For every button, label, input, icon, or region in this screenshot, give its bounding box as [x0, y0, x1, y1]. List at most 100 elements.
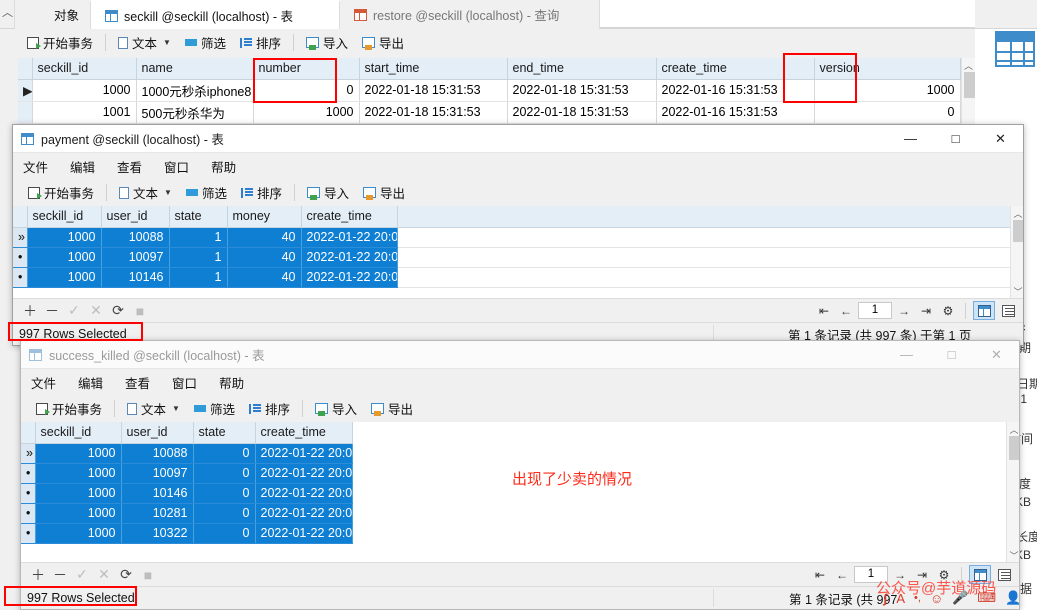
payment-window[interactable]: payment @seckill (localhost) - 表 — □ ✕ 文… [12, 124, 1024, 346]
col-create-time[interactable]: create_time [255, 422, 353, 444]
table-row[interactable]: ▶ 1000 1000元秒杀iphone8 0 2022-01-18 15:31… [18, 79, 961, 102]
menu-edit[interactable]: 编辑 [78, 373, 103, 392]
first-page-icon[interactable]: ⇤ [814, 302, 834, 320]
cell-create-time[interactable]: 2022-01-22 20:0 [301, 267, 398, 288]
seckill-grid[interactable]: seckill_id name number start_time end_ti… [18, 58, 975, 129]
table-row[interactable]: • 1000 10322 0 2022-01-22 20:0 [21, 523, 1006, 544]
cell-create-time[interactable]: 2022-01-22 20:0 [255, 483, 353, 504]
cell-create-time[interactable]: 2022-01-22 20:0 [255, 523, 353, 544]
cell-user-id[interactable]: 10146 [101, 267, 170, 288]
cell-user-id[interactable]: 10281 [121, 503, 194, 524]
add-record-icon[interactable]: ＋ [19, 302, 41, 320]
scroll-up-icon[interactable]: ︿ [1007, 422, 1019, 436]
start-transaction-button[interactable]: 开始事务 [29, 398, 109, 419]
cell-seckill-id[interactable]: 1000 [35, 523, 122, 544]
col-money[interactable]: money [227, 206, 302, 228]
col-user-id[interactable]: user_id [101, 206, 170, 228]
form-view-button[interactable] [993, 565, 1015, 584]
table-row[interactable]: 1001 500元秒杀华为 1000 2022-01-18 15:31:53 2… [18, 101, 961, 124]
collapse-chevron-icon[interactable]: ︿ [2, 4, 13, 20]
cell-user-id[interactable]: 10097 [121, 463, 194, 484]
next-page-icon[interactable]: → [894, 302, 914, 320]
chevron-down-icon[interactable]: ▼ [163, 38, 171, 47]
scroll-thumb[interactable] [964, 72, 975, 98]
ime-emoji-icon[interactable]: ☺ [930, 591, 943, 606]
cell-start-time[interactable]: 2022-01-18 15:31:53 [359, 79, 508, 102]
table-row[interactable]: » 1000 10088 0 2022-01-22 20:0 [21, 443, 1006, 464]
add-record-icon[interactable]: ＋ [27, 566, 49, 584]
cell-state[interactable]: 0 [193, 523, 256, 544]
export-button[interactable]: 导出 [364, 398, 420, 419]
scroll-up-icon[interactable]: ︿ [1011, 206, 1023, 220]
ime-voice-icon[interactable]: 🎤 [952, 590, 968, 606]
cell-user-id[interactable]: 10322 [121, 523, 194, 544]
filter-button[interactable]: 筛选 [179, 182, 234, 203]
start-transaction-button[interactable]: 开始事务 [21, 182, 101, 203]
chevron-down-icon[interactable]: ▼ [164, 188, 172, 197]
cell-end-time[interactable]: 2022-01-18 15:31:53 [507, 101, 657, 124]
ime-logo-icon[interactable]: ʃ [883, 591, 887, 606]
text-button[interactable]: 文本 ▼ [111, 32, 178, 53]
cell-name[interactable]: 500元秒杀华为 [136, 101, 254, 124]
apply-change-icon[interactable]: ✓ [63, 302, 85, 320]
stop-icon[interactable]: ■ [137, 566, 159, 584]
tab-restore-query[interactable]: restore @seckill (localhost) - 查询 [340, 0, 600, 29]
scroll-down-icon[interactable]: ﹀ [1007, 548, 1019, 562]
cell-user-id[interactable]: 10146 [121, 483, 194, 504]
close-button[interactable]: ✕ [974, 341, 1019, 368]
filter-button[interactable]: 筛选 [187, 398, 242, 419]
cell-seckill-id[interactable]: 1000 [35, 463, 122, 484]
cell-seckill-id[interactable]: 1000 [27, 247, 102, 268]
col-number[interactable]: number [253, 58, 360, 80]
col-version[interactable]: version [814, 58, 961, 80]
sort-button[interactable]: 排序 [234, 182, 289, 203]
ime-A-icon[interactable]: A [896, 591, 905, 606]
scroll-thumb[interactable] [1009, 436, 1019, 460]
menu-file[interactable]: 文件 [23, 157, 48, 176]
cell-state[interactable]: 0 [193, 443, 256, 464]
cell-create-time[interactable]: 2022-01-22 20:0 [255, 443, 353, 464]
cell-create-time[interactable]: 2022-01-22 20:0 [255, 463, 353, 484]
ime-keyboard-icon[interactable]: ⌨ [977, 590, 996, 606]
menu-view[interactable]: 查看 [125, 373, 150, 392]
last-page-icon[interactable]: ⇥ [916, 302, 936, 320]
cell-seckill-id[interactable]: 1000 [27, 267, 102, 288]
scroll-down-icon[interactable]: ﹀ [1011, 284, 1023, 298]
maximize-button[interactable]: □ [929, 341, 974, 368]
table-row[interactable]: • 1000 10281 0 2022-01-22 20:0 [21, 503, 1006, 524]
col-state[interactable]: state [169, 206, 228, 228]
ime-user-icon[interactable]: 👤 [1005, 590, 1021, 606]
minimize-button[interactable]: — [884, 341, 929, 368]
col-start-time[interactable]: start_time [359, 58, 508, 80]
cell-state[interactable]: 0 [193, 463, 256, 484]
table-row[interactable]: • 1000 10097 1 40 2022-01-22 20:0 [13, 247, 1010, 268]
form-view-button[interactable] [997, 301, 1019, 320]
refresh-icon[interactable]: ⟳ [107, 302, 129, 320]
col-end-time[interactable]: end_time [507, 58, 657, 80]
cell-money[interactable]: 40 [227, 247, 302, 268]
menu-view[interactable]: 查看 [117, 157, 142, 176]
filter-button[interactable]: 筛选 [178, 32, 233, 53]
import-button[interactable]: 导入 [308, 398, 364, 419]
cell-state[interactable]: 0 [193, 483, 256, 504]
cell-create-time[interactable]: 2022-01-22 20:0 [301, 227, 398, 248]
cell-seckill-id[interactable]: 1000 [35, 443, 122, 464]
col-create-time[interactable]: create_time [301, 206, 398, 228]
import-button[interactable]: 导入 [300, 182, 356, 203]
cell-seckill-id[interactable]: 1000 [35, 503, 122, 524]
cell-version[interactable]: 0 [814, 101, 961, 124]
menu-file[interactable]: 文件 [31, 373, 56, 392]
remove-record-icon[interactable]: － [41, 302, 63, 320]
col-seckill-id[interactable]: seckill_id [27, 206, 102, 228]
col-user-id[interactable]: user_id [121, 422, 194, 444]
cell-state[interactable]: 1 [169, 267, 228, 288]
minimize-button[interactable]: — [888, 125, 933, 152]
maximize-button[interactable]: □ [933, 125, 978, 152]
ime-punct-icon[interactable]: •, [914, 592, 921, 604]
settings-gear-icon[interactable]: ⚙ [938, 302, 958, 320]
cell-money[interactable]: 40 [227, 267, 302, 288]
cancel-change-icon[interactable]: ✕ [93, 566, 115, 584]
col-create-time[interactable]: create_time [656, 58, 815, 80]
menu-window[interactable]: 窗口 [172, 373, 197, 392]
menu-help[interactable]: 帮助 [211, 157, 236, 176]
